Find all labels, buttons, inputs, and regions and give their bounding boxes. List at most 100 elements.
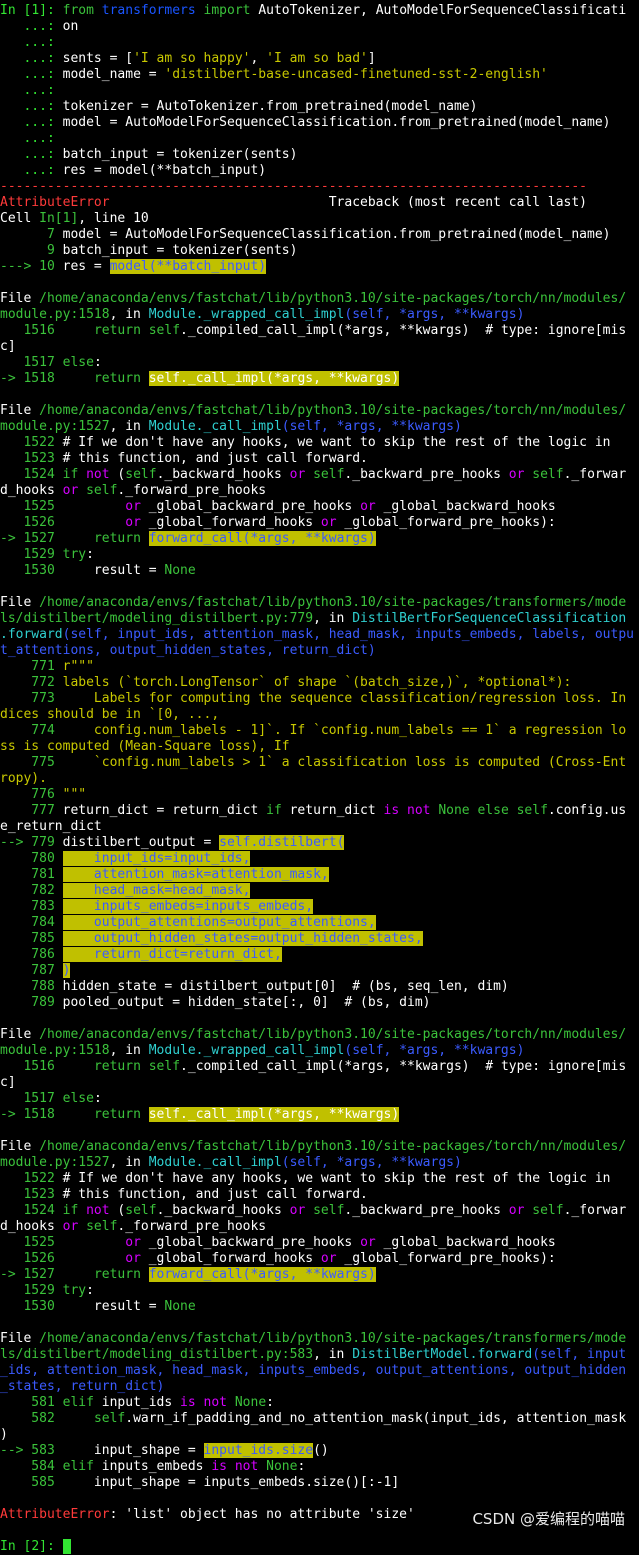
terminal-text-span: self: [313, 1203, 345, 1218]
terminal-text-span: ): [62, 963, 71, 978]
terminal-text-span: AutoTokenizer, AutoModelForSequenceClass…: [258, 3, 627, 18]
terminal-text-span: ...:: [0, 147, 63, 162]
terminal-text-span: forward_call(*args, **kwargs): [148, 1267, 376, 1282]
terminal-text-span: ...:: [0, 51, 63, 66]
terminal-line: In [1]: from transformers import AutoTok…: [0, 3, 639, 19]
terminal-text-span: not: [86, 467, 118, 482]
terminal-text-span: (self, *args, **kwargs): [344, 307, 525, 322]
terminal-text-span: d_hooks: [0, 1219, 63, 1234]
terminal-line: File /home/anaconda/envs/fastchat/lib/py…: [0, 595, 639, 611]
terminal-text-span: 775: [0, 755, 63, 770]
terminal-line: -> 1518 return self._call_impl(*args, **…: [0, 371, 639, 387]
terminal-text-span: or: [125, 515, 149, 530]
terminal-text-span: ]: [367, 51, 376, 66]
terminal-text-span: distilbert_output =: [62, 835, 220, 850]
terminal-text-span: ._backward_hooks: [156, 1203, 290, 1218]
terminal-line: d_hooks or self._forward_pre_hooks: [0, 1219, 639, 1235]
terminal-text-span: _global_backward_hooks: [383, 499, 556, 514]
terminal-text-span: :: [93, 1091, 102, 1106]
terminal-text-span: transformers: [101, 3, 204, 18]
terminal-text-span: 789: [0, 995, 63, 1010]
terminal-line: d_hooks or self._forward_pre_hooks: [0, 483, 639, 499]
terminal-text-span: -> 1518: [0, 371, 63, 386]
terminal-text-span: /home/anaconda/envs/fastchat/lib/python3…: [39, 595, 627, 610]
terminal-text-span: self.distilbert(: [219, 835, 345, 850]
terminal-text-span: -> 1527: [0, 531, 63, 546]
terminal-text-span: dices should be in `[0, ...,: [0, 707, 220, 722]
terminal-text-span: 584: [0, 1459, 63, 1474]
terminal-text-span: , in: [109, 307, 149, 322]
terminal-line: 1529 try:: [0, 547, 639, 563]
terminal-text-span: or: [320, 515, 345, 530]
terminal-text-span: 783: [0, 899, 63, 914]
terminal-text-span: input_ids=input_ids,: [62, 851, 251, 866]
terminal-line: 1525 or _global_backward_pre_hooks or _g…: [0, 499, 639, 515]
terminal-line: ropy).: [0, 771, 639, 787]
terminal-text-span: return_dict = return_dict: [62, 803, 267, 818]
terminal-line: ...: tokenizer = AutoTokenizer.from_pret…: [0, 99, 639, 115]
terminal-text-span: if: [62, 467, 87, 482]
terminal-text-span: module.py:1518: [0, 1043, 110, 1058]
terminal-line: AttributeError Traceback (most recent ca…: [0, 195, 639, 211]
terminal-text-span: Module._wrapped_call_impl: [148, 1043, 345, 1058]
terminal-text-span: _ids, attention_mask, head_mask, inputs_…: [0, 1363, 627, 1378]
terminal-text-span: input_shape = inputs_embeds.size()[:-1]: [62, 1475, 400, 1490]
terminal-text-span: 771: [0, 659, 63, 674]
terminal-line: c]: [0, 1075, 639, 1091]
terminal-text-span: In[1]: [39, 211, 79, 226]
terminal-text-span: model = AutoModelForSequenceClassificati…: [62, 115, 611, 130]
terminal-text-span: is: [383, 803, 408, 818]
terminal-line: File /home/anaconda/envs/fastchat/lib/py…: [0, 1139, 639, 1155]
terminal-text-span: -> 1527: [0, 1267, 63, 1282]
terminal-text-span: File: [0, 1027, 40, 1042]
terminal-text-span: labels (`torch.LongTensor` of shape `(ba…: [62, 675, 572, 690]
terminal-text-span: is: [211, 1459, 235, 1474]
terminal-text-span: ...:: [0, 163, 63, 178]
terminal-text-span: .config.us: [547, 803, 627, 818]
terminal-text-span: /home/anaconda/envs/fastchat/lib/python3…: [39, 1027, 627, 1042]
terminal-line: 772 labels (`torch.LongTensor` of shape …: [0, 675, 639, 691]
terminal-text-span: _global_backward_pre_hooks: [148, 499, 361, 514]
terminal-text-span: ls/distilbert/modeling_distilbert.py:779: [0, 611, 314, 626]
terminal-text-span: Cell: [0, 211, 40, 226]
terminal-text-span: File: [0, 595, 40, 610]
terminal-text-span: /home/anaconda/envs/fastchat/lib/python3…: [39, 1331, 627, 1346]
terminal-text-span: self._call_impl(*args, **kwargs): [148, 1107, 400, 1122]
terminal-text-span: return: [93, 1267, 149, 1282]
terminal-text-span: res =: [62, 259, 110, 274]
terminal-text-span: ]:: [39, 3, 63, 18]
terminal-line: ): [0, 1427, 639, 1443]
terminal-text-span: config.num_labels - 1]`. If `config.num_…: [62, 723, 627, 738]
terminal-line: _states, return_dict): [0, 1379, 639, 1395]
terminal-line: 774 config.num_labels - 1]`. If `config.…: [0, 723, 639, 739]
terminal-text-span: # If we don't have any hooks, we want to…: [62, 1171, 611, 1186]
terminal-text-span: from: [62, 3, 102, 18]
terminal-line: t_attentions, output_hidden_states, retu…: [0, 643, 639, 659]
terminal-line: 776 """: [0, 787, 639, 803]
terminal-text-span: ._forwar: [563, 467, 627, 482]
terminal-text-span: [63, 1411, 94, 1426]
terminal-line: 1517 else:: [0, 1091, 639, 1107]
terminal-text-span: ---> 10: [0, 259, 63, 274]
terminal-text-span: 581: [0, 1395, 63, 1410]
terminal-text-span: try: [62, 547, 87, 562]
terminal-text-span: or: [62, 1219, 87, 1234]
terminal-text-span: self: [125, 1203, 157, 1218]
terminal-text-span: self: [532, 1203, 564, 1218]
terminal-text-span: ropy).: [0, 771, 47, 786]
terminal-text-span: None: [234, 1395, 267, 1410]
terminal-text-span: model = AutoModelForSequenceClassificati…: [62, 227, 611, 242]
terminal-text-span: _global_forward_hooks: [148, 515, 321, 530]
terminal-text-span: c]: [0, 339, 16, 354]
terminal-text-span: .forward: [0, 627, 63, 642]
terminal-text-span: pooled_output = hidden_state[:, 0] # (bs…: [62, 995, 431, 1010]
terminal-line: ls/distilbert/modeling_distilbert.py:779…: [0, 611, 639, 627]
terminal-line: 785 output_hidden_states=output_hidden_s…: [0, 931, 639, 947]
terminal-line: ...:: [0, 131, 639, 147]
terminal-text-span: or: [508, 1203, 533, 1218]
terminal-text-span: 782: [0, 883, 63, 898]
terminal-output[interactable]: In [1]: from transformers import AutoTok…: [0, 3, 639, 1555]
terminal-text-span: not: [407, 803, 439, 818]
terminal-line: --> 583 input_shape = input_ids.size(): [0, 1443, 639, 1459]
